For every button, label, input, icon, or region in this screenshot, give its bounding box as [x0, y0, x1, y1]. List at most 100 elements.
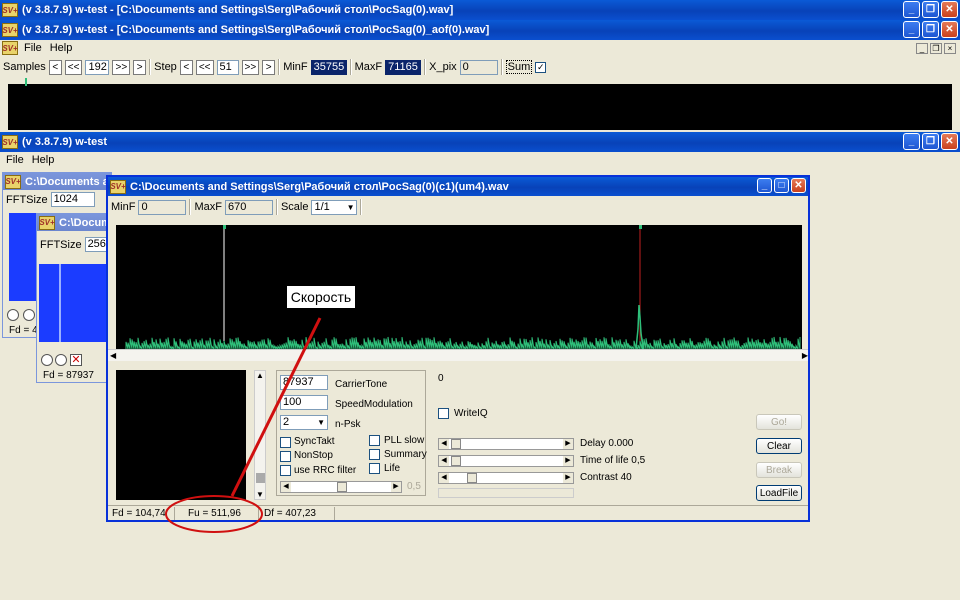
restore-button[interactable]: ❐: [922, 1, 939, 18]
close-button[interactable]: ✕: [941, 133, 958, 150]
timelife-slider[interactable]: ◀ ▶: [438, 455, 574, 467]
spectrum-display: [8, 78, 952, 130]
scroll-left-icon[interactable]: ◀: [110, 351, 116, 360]
mdi-minimize-button[interactable]: _: [916, 42, 928, 54]
minimize-button[interactable]: _: [903, 21, 920, 38]
xpix-input[interactable]: 0: [459, 59, 498, 75]
slider-left-icon[interactable]: ◀: [439, 473, 449, 483]
writeiq-label: WriteIQ: [454, 408, 488, 419]
window-1-titlebar[interactable]: SV+ (v 3.8.7.9) w-test - [C:\Documents a…: [0, 0, 960, 20]
menu-file[interactable]: File: [2, 154, 28, 166]
slider-left-icon[interactable]: ◀: [281, 482, 291, 492]
samples-fast-next-button[interactable]: >>: [112, 59, 131, 75]
life-checkbox[interactable]: [369, 463, 380, 474]
zoom-out-icon[interactable]: [55, 354, 67, 366]
minf-input[interactable]: 35755: [310, 59, 347, 75]
spectrum-scrollbar[interactable]: ◀ ▶: [108, 349, 808, 361]
fftsize-select[interactable]: 1024: [50, 192, 95, 207]
samples-next-button[interactable]: >: [133, 59, 147, 75]
npsk-select[interactable]: 2 ▼: [280, 415, 328, 430]
go-button[interactable]: Go!: [756, 414, 802, 430]
mdi-close-button[interactable]: ×: [944, 42, 956, 54]
close-button[interactable]: ✕: [791, 178, 806, 193]
fftsize-label: FFTSize: [6, 193, 48, 206]
summary-checkbox[interactable]: [369, 449, 380, 460]
life-slider[interactable]: ◀ ▶: [280, 481, 402, 493]
maximize-button[interactable]: □: [774, 178, 789, 193]
slider-thumb[interactable]: [337, 482, 347, 492]
restore-button[interactable]: ❐: [922, 133, 939, 150]
step-fast-next-button[interactable]: >>: [241, 59, 260, 75]
slider-right-icon[interactable]: ▶: [391, 482, 401, 492]
delay-label: Delay 0.000: [580, 438, 634, 449]
status-divider: [334, 507, 335, 520]
delay-slider[interactable]: ◀ ▶: [438, 438, 574, 450]
separator: [349, 59, 352, 75]
clear-button[interactable]: Clear: [756, 438, 802, 454]
main-sub-window: SV+ C:\Documents and Settings\Serg\Рабоч…: [106, 175, 810, 522]
scroll-down-icon[interactable]: ▼: [256, 490, 264, 499]
scroll-up-icon[interactable]: ▲: [256, 371, 264, 380]
minimize-button[interactable]: _: [903, 1, 920, 18]
restore-button[interactable]: ❐: [922, 21, 939, 38]
slider-thumb[interactable]: [467, 473, 477, 483]
samples-fast-prev-button[interactable]: <<: [64, 59, 83, 75]
slider-left-icon[interactable]: ◀: [439, 456, 449, 466]
pllslow-checkbox[interactable]: [369, 435, 380, 446]
slider-right-icon[interactable]: ▶: [563, 439, 573, 449]
status-fd: Fd = 104,74: [112, 508, 166, 519]
minimize-button[interactable]: _: [757, 178, 772, 193]
step-input[interactable]: 51: [216, 59, 239, 75]
maxf-input[interactable]: 670: [224, 199, 273, 215]
zoom-in-icon[interactable]: [41, 354, 53, 366]
delete-icon[interactable]: ✕: [70, 354, 82, 366]
window-2-titlebar[interactable]: SV+ (v 3.8.7.9) w-test - [C:\Documents a…: [0, 20, 960, 40]
window-3-titlebar[interactable]: SV+ (v 3.8.7.9) w-test _ ❐ ✕: [0, 132, 960, 152]
menu-file[interactable]: File: [20, 42, 46, 54]
speed-input[interactable]: 100: [280, 395, 328, 410]
mdi-restore-button[interactable]: ❐: [930, 42, 942, 54]
app-icon: SV+: [39, 215, 55, 230]
scroll-right-icon[interactable]: ▶: [802, 351, 808, 360]
writeiq-checkbox[interactable]: [438, 408, 449, 419]
sub-window-2-titlebar[interactable]: SV+ C:\Docume: [37, 214, 111, 231]
minf-label: MinF: [111, 201, 136, 213]
scroll-thumb[interactable]: [256, 473, 265, 483]
sub-window-1-status: Fd = 4: [9, 325, 38, 336]
main-sub-window-titlebar[interactable]: SV+ C:\Documents and Settings\Serg\Рабоч…: [108, 177, 808, 196]
minf-input[interactable]: 0: [138, 199, 187, 215]
zoom-out-icon[interactable]: [23, 309, 35, 321]
app-window-2: SV+ (v 3.8.7.9) w-test - [C:\Documents a…: [0, 20, 960, 132]
break-button[interactable]: Break: [756, 462, 802, 478]
slider-left-icon[interactable]: ◀: [439, 439, 449, 449]
maxf-input[interactable]: 71165: [385, 59, 422, 75]
menu-help[interactable]: Help: [28, 154, 59, 166]
rrc-checkbox[interactable]: [280, 465, 291, 476]
menu-help[interactable]: Help: [46, 42, 77, 54]
vertical-scrollbar[interactable]: ▲ ▼: [254, 370, 266, 500]
scale-select[interactable]: 1/1 ▼: [311, 199, 358, 215]
contrast-slider[interactable]: ◀ ▶: [438, 472, 574, 484]
loadfile-button[interactable]: LoadFile: [756, 485, 802, 501]
close-button[interactable]: ✕: [941, 1, 958, 18]
step-fast-prev-button[interactable]: <<: [195, 59, 214, 75]
samples-input[interactable]: 192: [85, 59, 110, 75]
contrast-label: Contrast 40: [580, 472, 632, 483]
slider-thumb[interactable]: [451, 439, 461, 449]
sum-checkbox[interactable]: ✓: [535, 61, 547, 73]
nonstop-checkbox[interactable]: [280, 451, 291, 462]
zoom-in-icon[interactable]: [7, 309, 19, 321]
slider-thumb[interactable]: [451, 456, 461, 466]
carrier-input[interactable]: 87937: [280, 375, 328, 390]
close-button[interactable]: ✕: [941, 21, 958, 38]
sub-window-1-titlebar[interactable]: SV+ C:\Documents and: [3, 173, 111, 190]
synctakt-checkbox[interactable]: [280, 437, 291, 448]
sub-window-1-toolbar: FFTSize 1024: [3, 190, 111, 209]
step-next-button[interactable]: >: [262, 59, 276, 75]
slider-right-icon[interactable]: ▶: [563, 473, 573, 483]
step-prev-button[interactable]: <: [179, 59, 193, 75]
samples-prev-button[interactable]: <: [48, 59, 62, 75]
status-df: Df = 407,23: [264, 508, 316, 519]
slider-right-icon[interactable]: ▶: [563, 456, 573, 466]
minimize-button[interactable]: _: [903, 133, 920, 150]
